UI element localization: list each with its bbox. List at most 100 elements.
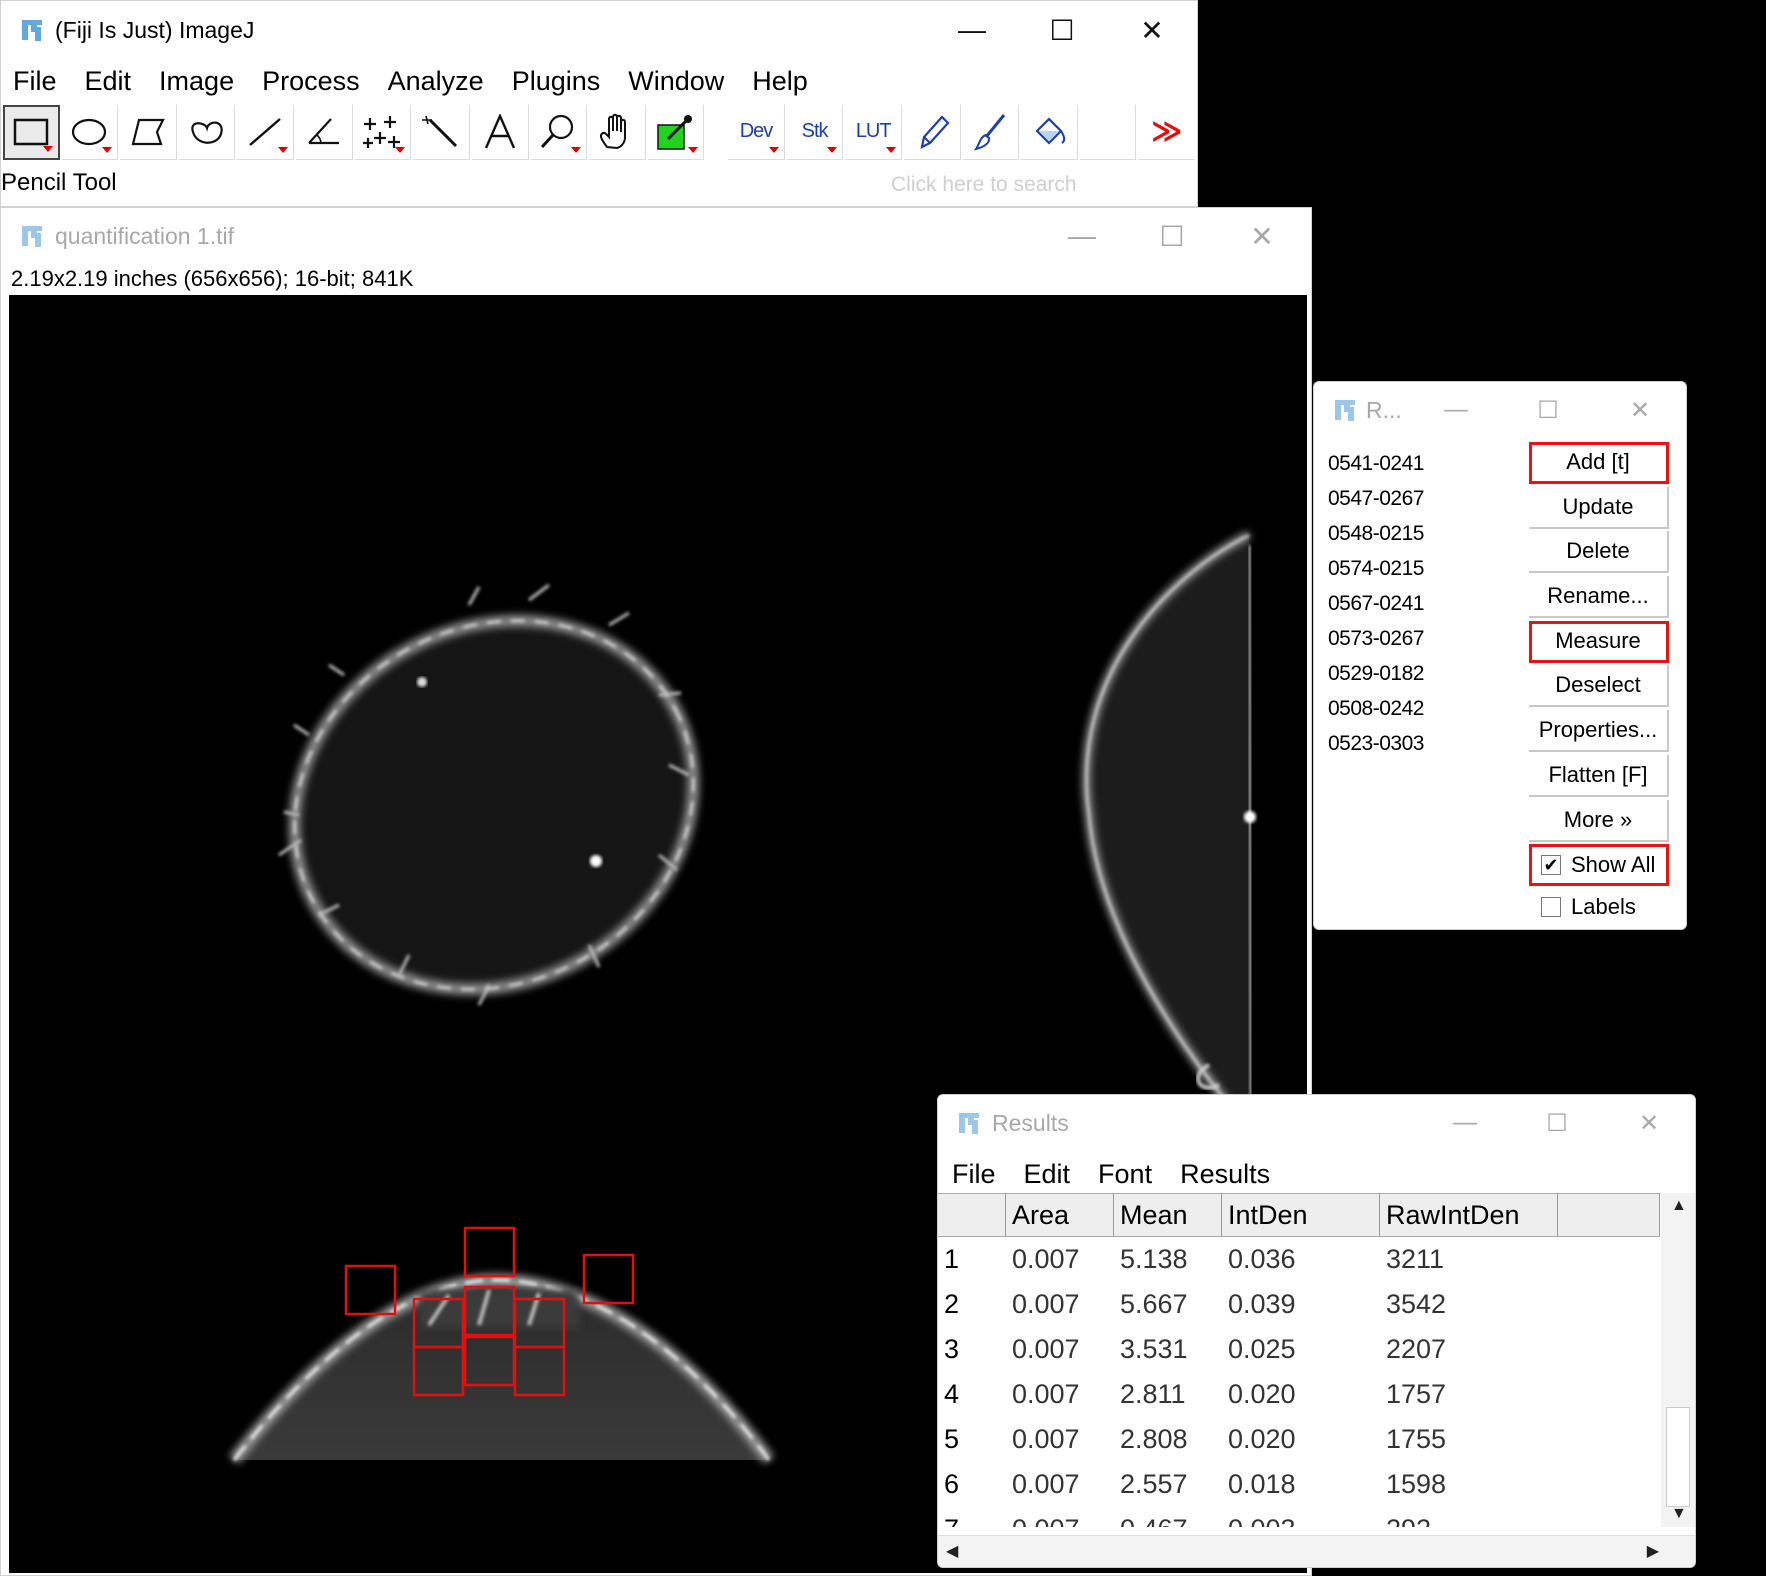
checkbox-unchecked-icon: [1541, 897, 1561, 918]
flood-fill-tool[interactable]: [1021, 104, 1078, 160]
hand-tool[interactable]: [589, 104, 646, 160]
maximize-icon[interactable]: ☐: [1511, 1095, 1603, 1151]
roi-list-item[interactable]: 0548-0215: [1328, 516, 1424, 551]
maximize-icon[interactable]: ☐: [1127, 208, 1217, 264]
add-button[interactable]: Add [t]: [1529, 442, 1669, 484]
delete-button[interactable]: Delete: [1529, 531, 1669, 574]
imagej-main-window: (Fiji Is Just) ImageJ — ☐ ✕ File Edit Im…: [0, 0, 1198, 207]
vertical-scrollbar[interactable]: ▲ ▼: [1661, 1193, 1695, 1527]
scroll-left-icon[interactable]: ◀: [946, 1541, 958, 1561]
scroll-thumb[interactable]: [1666, 1407, 1690, 1507]
scroll-right-icon[interactable]: ▶: [1647, 1541, 1659, 1561]
horizontal-scrollbar[interactable]: ◀ ▶: [938, 1535, 1695, 1567]
roi-list-item[interactable]: 0567-0241: [1328, 586, 1424, 621]
text-tool[interactable]: [471, 104, 529, 160]
menu-analyze[interactable]: Analyze: [388, 66, 484, 97]
properties-button[interactable]: Properties...: [1529, 710, 1669, 753]
color-picker-tool[interactable]: [647, 104, 705, 160]
menu-help[interactable]: Help: [752, 66, 808, 97]
roi-square[interactable]: [463, 1226, 516, 1278]
measure-button[interactable]: Measure: [1529, 620, 1669, 663]
more-tools-button[interactable]: ≫: [1138, 105, 1196, 160]
menu-window[interactable]: Window: [628, 66, 724, 97]
freehand-tool[interactable]: [178, 104, 236, 160]
close-icon[interactable]: ✕: [1603, 1095, 1695, 1151]
roi-list-item[interactable]: 0508-0242: [1328, 691, 1424, 726]
roi-square[interactable]: [582, 1253, 635, 1305]
table-row[interactable]: 6 0.007 2.557 0.018 1598: [938, 1462, 1660, 1507]
table-row[interactable]: 70.0070.4670.003292: [938, 1507, 1660, 1527]
wand-icon: [422, 115, 458, 147]
rectangle-tool[interactable]: [3, 104, 60, 160]
show-all-checkbox[interactable]: ✔ Show All: [1529, 844, 1669, 887]
roi-list-item[interactable]: 0574-0215: [1328, 551, 1424, 586]
close-icon[interactable]: ✕: [1594, 382, 1686, 438]
table-row[interactable]: 4 0.007 2.811 0.020 1757: [938, 1372, 1660, 1417]
flatten-button[interactable]: Flatten [F]: [1529, 754, 1669, 797]
line-tool[interactable]: [237, 104, 295, 160]
brush-tool[interactable]: [962, 104, 1020, 160]
oval-tool[interactable]: [61, 104, 119, 160]
roi-list: 0541-0241 0547-0267 0548-0215 0574-0215 …: [1328, 446, 1424, 761]
double-chevron-icon: ≫: [1151, 115, 1183, 148]
roi-list-item[interactable]: 0547-0267: [1328, 481, 1424, 516]
wand-tool[interactable]: [413, 104, 470, 160]
results-menu-results[interactable]: Results: [1180, 1159, 1270, 1190]
table-row[interactable]: 1 0.007 5.138 0.036 3211: [938, 1237, 1660, 1282]
roi-square[interactable]: [344, 1264, 397, 1316]
image-titlebar[interactable]: quantification 1.tif — ☐ ✕: [1, 208, 1311, 264]
menu-image[interactable]: Image: [159, 66, 234, 97]
menu-edit[interactable]: Edit: [85, 66, 132, 97]
text-icon: [484, 113, 515, 148]
hand-icon: [599, 113, 626, 149]
roi-list-item[interactable]: 0523-0303: [1328, 726, 1424, 761]
more-button[interactable]: More »: [1529, 799, 1669, 842]
minimize-icon[interactable]: —: [1410, 382, 1502, 438]
results-titlebar[interactable]: Results — ☐ ✕: [938, 1095, 1695, 1151]
roi-list-item[interactable]: 0541-0241: [1328, 446, 1424, 481]
search-input[interactable]: Click here to search: [891, 173, 1077, 197]
scroll-up-icon[interactable]: ▲: [1671, 1197, 1687, 1215]
minimize-icon[interactable]: —: [1037, 208, 1127, 264]
update-button[interactable]: Update: [1529, 486, 1669, 529]
deselect-button[interactable]: Deselect: [1529, 665, 1669, 708]
scroll-down-icon[interactable]: ▼: [1671, 1505, 1687, 1523]
results-menu-edit[interactable]: Edit: [1024, 1159, 1071, 1190]
column-header-mean[interactable]: Mean: [1114, 1194, 1222, 1236]
column-header-rawintden[interactable]: RawIntDen: [1380, 1194, 1558, 1236]
menu-file[interactable]: File: [13, 66, 57, 97]
pencil-tool[interactable]: [904, 104, 961, 160]
minimize-icon[interactable]: —: [1419, 1095, 1511, 1151]
menu-plugins[interactable]: Plugins: [512, 66, 601, 97]
roi-list-item[interactable]: 0529-0182: [1328, 656, 1424, 691]
maximize-icon[interactable]: ☐: [1502, 382, 1594, 438]
column-header-area[interactable]: Area: [1006, 1194, 1114, 1236]
labels-checkbox[interactable]: Labels: [1529, 886, 1669, 928]
close-icon[interactable]: ✕: [1217, 208, 1307, 264]
table-row[interactable]: 5 0.007 2.808 0.020 1755: [938, 1417, 1660, 1462]
close-icon[interactable]: ✕: [1107, 1, 1197, 59]
polygon-tool[interactable]: [120, 104, 177, 160]
column-header-intden[interactable]: IntDen: [1222, 1194, 1380, 1236]
results-menu-font[interactable]: Font: [1098, 1159, 1152, 1190]
roi-manager-titlebar[interactable]: R... — ☐ ✕: [1314, 382, 1686, 438]
table-row[interactable]: 3 0.007 3.531 0.025 2207: [938, 1327, 1660, 1372]
imagej-titlebar[interactable]: (Fiji Is Just) ImageJ — ☐ ✕: [1, 1, 1197, 59]
results-menu-file[interactable]: File: [952, 1159, 996, 1190]
lut-tool[interactable]: LUT: [845, 104, 903, 160]
dev-tool[interactable]: Dev: [728, 104, 785, 160]
angle-tool[interactable]: [296, 104, 353, 160]
column-header-index[interactable]: [938, 1194, 1006, 1236]
rename-button[interactable]: Rename...: [1529, 576, 1669, 619]
stk-tool[interactable]: Stk: [786, 104, 844, 160]
zoom-tool[interactable]: [530, 104, 588, 160]
stk-label: Stk: [801, 120, 829, 142]
menu-process[interactable]: Process: [262, 66, 360, 97]
flood-fill-icon: [1035, 116, 1066, 145]
roi-list-item[interactable]: 0573-0267: [1328, 621, 1424, 656]
minimize-icon[interactable]: —: [927, 1, 1017, 59]
maximize-icon[interactable]: ☐: [1017, 1, 1107, 59]
table-row[interactable]: 2 0.007 5.667 0.039 3542: [938, 1282, 1660, 1327]
multipoint-tool[interactable]: [354, 104, 412, 160]
